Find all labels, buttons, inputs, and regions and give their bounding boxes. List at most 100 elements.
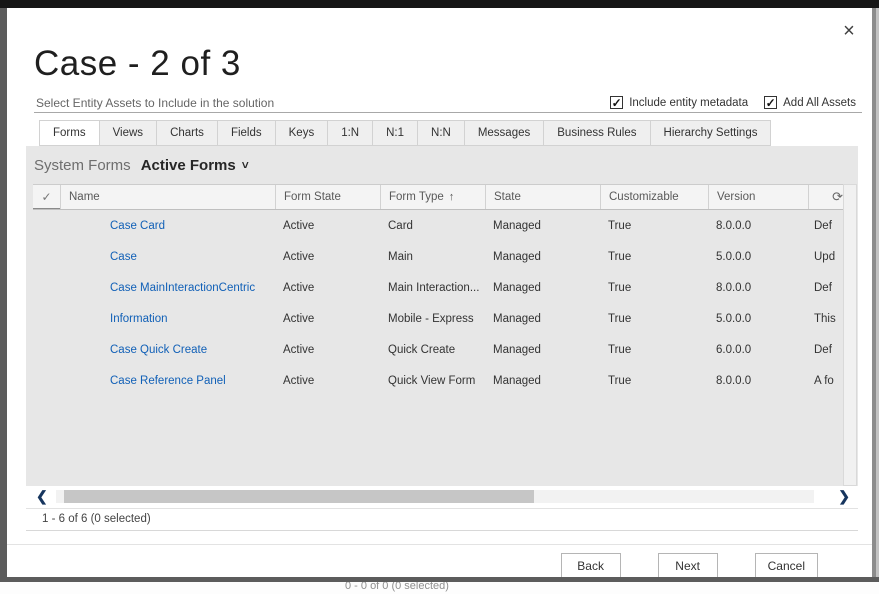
chevron-down-icon[interactable]: ˅ (242, 158, 249, 172)
asset-tab[interactable]: 1:N (327, 120, 373, 146)
cell-name-link[interactable]: Case MainInteractionCentric (60, 282, 275, 294)
cell-form-type: Quick View Form (380, 375, 485, 387)
checkbox-label: Add All Assets (783, 97, 856, 109)
view-selector[interactable]: Active Forms (141, 157, 236, 174)
table-row[interactable]: Case Card Active Card Managed True 8.0.0… (33, 210, 843, 241)
table-row[interactable]: Case Quick Create Active Quick Create Ma… (33, 334, 843, 365)
cell-state: Managed (485, 375, 600, 387)
checkbox-checked-icon[interactable]: ✓ (610, 96, 623, 109)
cell-form-state: Active (275, 220, 380, 232)
asset-tab[interactable]: Fields (217, 120, 276, 146)
cell-form-state: Active (275, 251, 380, 263)
horizontal-scrollbar-track[interactable] (56, 490, 814, 503)
asset-tab[interactable]: N:N (417, 120, 465, 146)
entity-assets-dialog: × Case - 2 of 3 Select Entity Assets to … (7, 8, 872, 577)
cell-description: A fo (808, 375, 843, 387)
cell-form-state: Active (275, 375, 380, 387)
grid-status-bar: 1 - 6 of 6 (0 selected) (26, 508, 858, 531)
cell-name-link[interactable]: Case Quick Create (60, 344, 275, 356)
select-all-column-header[interactable]: ✓ (33, 185, 60, 209)
cell-form-state: Active (275, 282, 380, 294)
add-all-assets-checkbox[interactable]: ✓ Add All Assets (764, 96, 856, 109)
cell-description: This (808, 313, 843, 325)
background-record-count: 0 - 0 of 0 (0 selected) (345, 582, 449, 592)
asset-tab[interactable]: Messages (464, 120, 544, 146)
asset-tab-strip: Forms Views Charts Fields Keys 1:N N:1 N… (40, 120, 771, 146)
option-checkboxes: ✓ Include entity metadata ✓ Add All Asse… (610, 96, 856, 109)
page-subtitle: Select Entity Assets to Include in the s… (36, 96, 274, 110)
wizard-button-bar: Back Next Cancel (7, 553, 872, 578)
column-header-state[interactable]: State (485, 185, 600, 209)
cell-version: 6.0.0.0 (708, 344, 808, 356)
select-all-check-icon[interactable]: ✓ (41, 190, 51, 204)
column-header-customizable[interactable]: Customizable (600, 185, 708, 209)
page-title: Case - 2 of 3 (34, 46, 241, 81)
cell-state: Managed (485, 313, 600, 325)
cell-description: Def (808, 282, 843, 294)
cell-form-state: Active (275, 313, 380, 325)
cell-version: 8.0.0.0 (708, 282, 808, 294)
cell-state: Managed (485, 344, 600, 356)
record-count-status: 1 - 6 of 6 (0 selected) (42, 513, 151, 525)
cell-customizable: True (600, 313, 708, 325)
table-row[interactable]: Case Reference Panel Active Quick View F… (33, 365, 843, 396)
cell-form-type: Quick Create (380, 344, 485, 356)
window-right-edge (872, 8, 879, 582)
cell-description: Def (808, 344, 843, 356)
cell-name-link[interactable]: Case Card (60, 220, 275, 232)
cell-customizable: True (600, 251, 708, 263)
window-left-edge (0, 8, 7, 582)
refresh-icon[interactable]: ⟳ (832, 189, 843, 205)
vertical-scrollbar[interactable] (843, 184, 857, 486)
cell-name-link[interactable]: Case (60, 251, 275, 263)
checkbox-checked-icon[interactable]: ✓ (764, 96, 777, 109)
forms-panel: System Forms Active Forms ˅ ✓ Name Form … (26, 146, 858, 486)
cell-customizable: True (600, 220, 708, 232)
wizard-button[interactable]: Cancel (755, 553, 818, 578)
cell-version: 8.0.0.0 (708, 220, 808, 232)
cell-description: Def (808, 220, 843, 232)
cell-version: 5.0.0.0 (708, 313, 808, 325)
include-entity-metadata-checkbox[interactable]: ✓ Include entity metadata (610, 96, 748, 109)
asset-tab[interactable]: N:1 (372, 120, 418, 146)
checkbox-label: Include entity metadata (629, 97, 748, 109)
asset-tab[interactable]: Views (99, 120, 157, 146)
cell-state: Managed (485, 220, 600, 232)
column-header-form-state[interactable]: Form State (275, 185, 380, 209)
table-row[interactable]: Case MainInteractionCentric Active Main … (33, 272, 843, 303)
cell-name-link[interactable]: Case Reference Panel (60, 375, 275, 387)
asset-tab[interactable]: Keys (275, 120, 329, 146)
wizard-button[interactable]: Next (658, 553, 718, 578)
cell-form-type: Mobile - Express (380, 313, 485, 325)
scroll-left-icon[interactable]: ❮ (36, 488, 48, 505)
close-icon[interactable]: × (838, 20, 860, 42)
background-page-sliver: 0 - 0 of 0 (0 selected) (0, 582, 879, 594)
table-row[interactable]: Case Active Main Managed True 5.0.0.0 Up… (33, 241, 843, 272)
cell-state: Managed (485, 251, 600, 263)
cell-customizable: True (600, 282, 708, 294)
column-header-name[interactable]: Name (60, 185, 275, 209)
cell-customizable: True (600, 344, 708, 356)
cell-description: Upd (808, 251, 843, 263)
cell-version: 5.0.0.0 (708, 251, 808, 263)
forms-grid: ✓ Name Form State Form Type ↑ State Cust… (33, 184, 843, 396)
header-divider (34, 112, 862, 113)
cell-form-type: Main (380, 251, 485, 263)
scroll-right-icon[interactable]: ❯ (838, 488, 850, 505)
cell-version: 8.0.0.0 (708, 375, 808, 387)
table-row[interactable]: Information Active Mobile - Express Mana… (33, 303, 843, 334)
column-header-version[interactable]: Version (708, 185, 808, 209)
column-header-description[interactable]: ⟳ (808, 185, 843, 209)
cell-name-link[interactable]: Information (60, 313, 275, 325)
cell-form-type: Card (380, 220, 485, 232)
wizard-button[interactable]: Back (561, 553, 621, 578)
asset-tab[interactable]: Business Rules (543, 120, 650, 146)
horizontal-scrollbar-thumb[interactable] (64, 490, 534, 503)
column-header-label: Form Type (389, 191, 444, 203)
asset-tab[interactable]: Hierarchy Settings (650, 120, 772, 146)
column-header-form-type[interactable]: Form Type ↑ (380, 185, 485, 209)
grid-body: Case Card Active Card Managed True 8.0.0… (33, 210, 843, 396)
asset-tab[interactable]: Charts (156, 120, 218, 146)
window-top-edge (0, 0, 879, 8)
asset-tab[interactable]: Forms (39, 120, 100, 146)
